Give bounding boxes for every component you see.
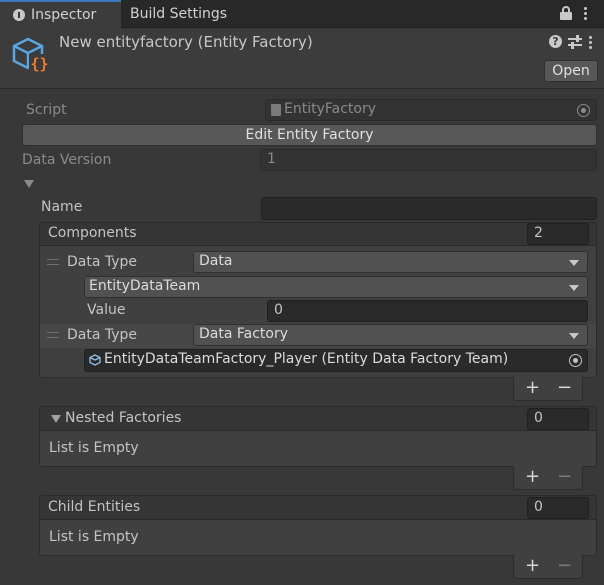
data-version-label: Data Version [22,152,112,168]
foldout-arrow-icon[interactable] [24,180,34,188]
tab-inspector[interactable]: Inspector [0,0,121,28]
nested-factories-header[interactable]: Nested Factories [39,406,597,431]
components-header[interactable]: Components [39,222,597,246]
object-picker-icon[interactable] [569,354,582,367]
name-label: Name [41,199,83,215]
entity-factory-small-icon [89,354,101,366]
factory-reference-field[interactable]: EntityDataTeamFactory_Player (Entity Dat… [84,349,588,372]
empty-list-text: List is Empty [49,529,139,545]
child-entities-header[interactable]: Child Entities [39,495,597,520]
lock-icon[interactable] [560,6,572,20]
edit-entity-factory-button[interactable]: Edit Entity Factory [22,124,597,146]
name-input[interactable] [261,197,597,220]
chevron-down-icon [569,260,579,266]
nested-factories-count-input[interactable]: 0 [527,408,589,430]
data-type-label: Data Type [67,327,138,343]
add-icon[interactable]: + [525,468,540,486]
remove-icon: − [557,555,573,576]
data-version-field: 1 [260,149,597,171]
svg-text:{}: {} [30,55,48,73]
script-field-value: EntityFactory [284,101,377,117]
script-label: Script [26,102,67,118]
data-class-dropdown[interactable]: EntityDataTeam [84,276,588,298]
child-entities-footer: + − [513,555,583,579]
more-vertical-icon[interactable] [584,7,588,21]
more-vertical-icon[interactable] [589,36,593,50]
components-count-input[interactable]: 2 [527,223,589,245]
data-type-dropdown[interactable]: Data [193,251,588,273]
tab-build-settings[interactable]: Build Settings [130,0,227,28]
nested-factories-list: List is Empty [39,431,597,467]
add-icon[interactable]: + [525,379,540,397]
empty-list-text: List is Empty [49,440,139,456]
nested-factories-footer: + − [513,466,583,490]
child-entities-count-input[interactable]: 0 [527,497,589,519]
entity-factory-icon: {} [12,37,50,73]
value-label: Value [87,302,126,318]
child-entities-list: List is Empty [39,520,597,556]
add-icon[interactable]: + [525,557,540,575]
data-version-value: 1 [267,151,276,167]
tab-build-settings-label: Build Settings [130,6,228,22]
remove-icon: − [557,466,573,487]
open-button[interactable]: Open [544,60,598,82]
chevron-down-icon [569,333,579,339]
foldout-arrow-icon[interactable] [51,415,61,423]
components-footer: + − [513,377,583,401]
drag-handle-icon[interactable] [47,332,59,338]
data-type-label: Data Type [67,254,138,270]
components-label: Components [48,225,137,241]
tab-inspector-label: Inspector [31,7,97,23]
help-icon[interactable]: ? [549,35,562,48]
remove-icon[interactable]: − [557,379,572,397]
nested-factories-label: Nested Factories [65,410,182,426]
object-title: New entityfactory (Entity Factory) [59,33,313,51]
script-file-icon [271,104,281,116]
value-input[interactable]: 0 [267,300,588,322]
object-picker-icon[interactable] [577,104,590,117]
info-icon [13,9,25,21]
data-type-dropdown[interactable]: Data Factory [193,324,588,346]
inspector-header: {} New entityfactory (Entity Factory) ? … [0,29,604,89]
drag-handle-icon[interactable] [47,259,59,265]
settings-sliders-icon[interactable] [568,35,582,49]
tab-bar: Inspector Build Settings [0,0,604,28]
child-entities-label: Child Entities [48,499,141,515]
chevron-down-icon [569,285,579,291]
script-field: EntityFactory [265,99,597,121]
